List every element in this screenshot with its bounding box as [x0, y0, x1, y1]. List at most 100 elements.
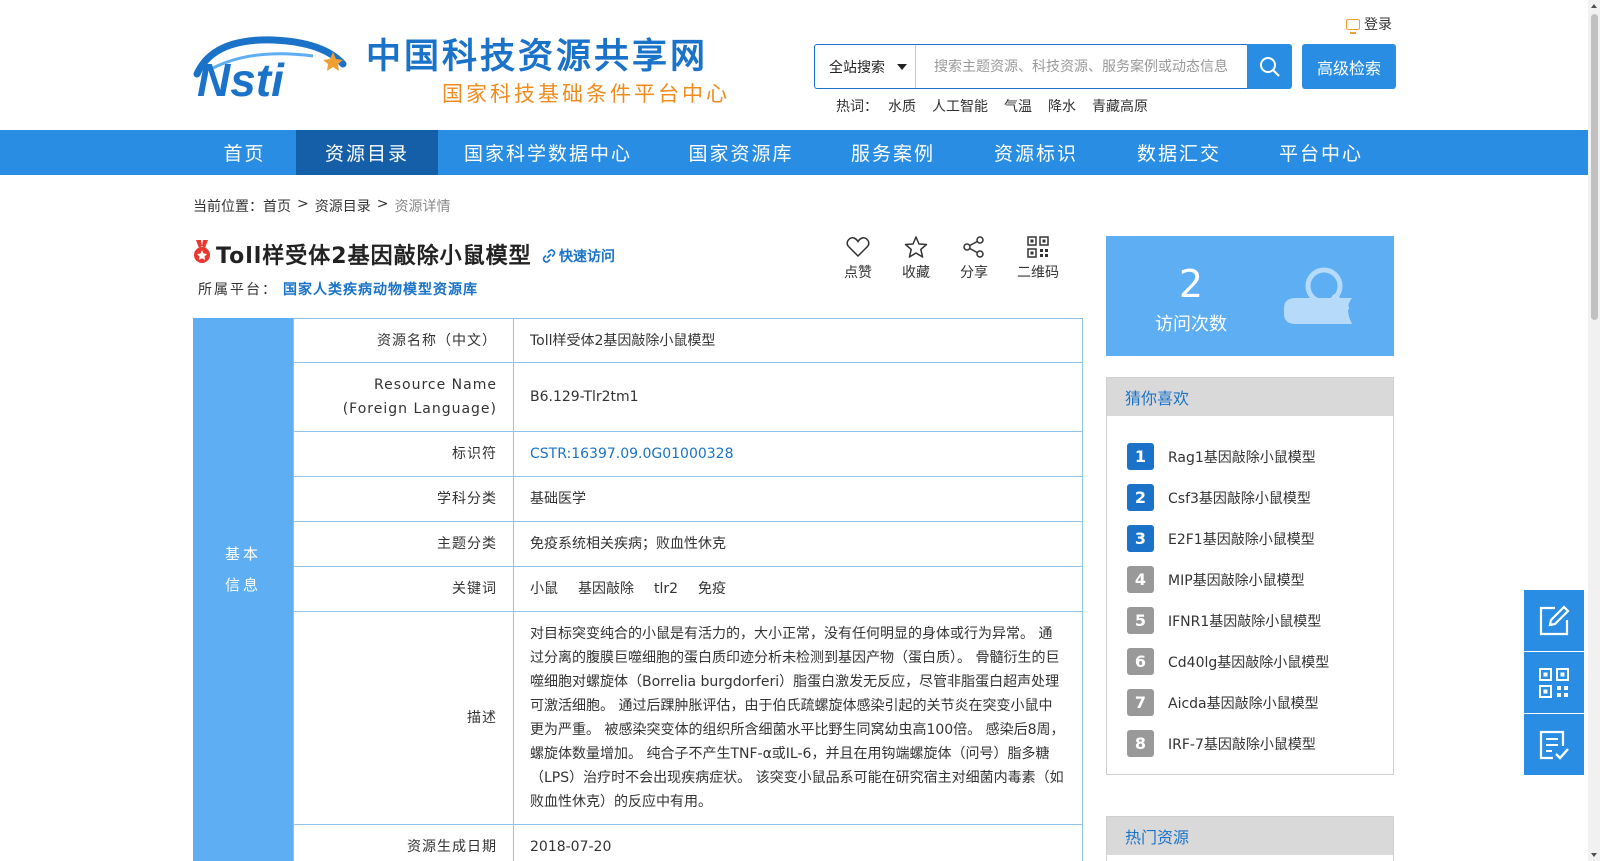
share-label: 分享 [960, 265, 988, 281]
row-value: 2018-07-20 [530, 839, 612, 855]
search-input[interactable] [916, 45, 1249, 88]
nav-item-resource-bank[interactable]: 国家资源库 [670, 130, 812, 175]
row-key: 描述 [294, 612, 514, 824]
nav-item-platform-center[interactable]: 平台中心 [1250, 130, 1392, 175]
hotword[interactable]: 青藏高原 [1092, 96, 1148, 116]
row-value: Toll样受体2基因敲除小鼠模型 [530, 332, 716, 349]
like-label: 点赞 [844, 265, 872, 281]
book-search-icon [1284, 267, 1352, 324]
list-item[interactable]: 2 Csf3基因敲除小鼠模型 [1127, 477, 1393, 518]
scroll-up-arrow-icon[interactable] [1591, 4, 1597, 8]
hotwords-label: 热词： [836, 99, 878, 115]
hotwords: 热词： 水质 人工智能 气温 降水 青藏高原 [836, 96, 1148, 116]
nsti-logo[interactable]: Nsti [193, 34, 357, 98]
item-name: E2F1基因敲除小鼠模型 [1168, 531, 1315, 548]
item-name: IRF-7基因敲除小鼠模型 [1168, 736, 1316, 753]
section-label: 基本 信息 [193, 318, 293, 861]
visit-count: 2 [1178, 262, 1204, 306]
login-link[interactable]: 登录 [1346, 14, 1392, 34]
search-scope-value: 全站搜索 [829, 59, 885, 76]
keyword[interactable]: 基因敲除 [578, 577, 634, 601]
list-item[interactable]: 7 Aicda基因敲除小鼠模型 [1127, 682, 1393, 723]
share-button[interactable]: 分享 [944, 236, 1004, 282]
qrcode-icon [1027, 236, 1049, 258]
search-bar: 全站搜索 [814, 44, 1250, 89]
breadcrumb-home[interactable]: 首页 [263, 196, 291, 216]
nav-item-service-cases[interactable]: 服务案例 [822, 130, 964, 175]
hot-resources-panel: 热门资源 [1106, 816, 1394, 861]
breadcrumb-separator: > [376, 196, 389, 212]
hotword[interactable]: 水质 [888, 96, 916, 116]
basic-info-table: 基本 信息 资源名称（中文） Toll样受体2基因敲除小鼠模型 Resource… [193, 318, 1083, 861]
scrollbar-thumb[interactable] [1591, 14, 1598, 320]
identifier-link[interactable]: CSTR:16397.09.0G01000328 [514, 432, 1082, 476]
nav-item-science-data-center[interactable]: 国家科学数据中心 [448, 130, 648, 175]
rank-badge: 5 [1127, 607, 1154, 634]
checklist-icon [1539, 730, 1569, 760]
breadcrumb-catalog[interactable]: 资源目录 [315, 196, 371, 216]
list-item[interactable]: 5 IFNR1基因敲除小鼠模型 [1127, 600, 1393, 641]
star-icon [904, 236, 928, 258]
search-icon [1259, 56, 1280, 77]
row-key: 学科分类 [294, 477, 514, 521]
advanced-search-button[interactable]: 高级检索 [1302, 44, 1396, 89]
keyword[interactable]: 免疫 [698, 577, 726, 601]
hotword[interactable]: 降水 [1048, 96, 1076, 116]
search-button[interactable] [1247, 44, 1292, 89]
recommendations-list: 1 Rag1基因敲除小鼠模型 2 Csf3基因敲除小鼠模型 3 E2F1基因敲除小鼠模… [1107, 416, 1393, 764]
like-button[interactable]: 点赞 [828, 236, 888, 282]
table-row: 资源名称（中文） Toll样受体2基因敲除小鼠模型 [293, 318, 1083, 363]
hotword[interactable]: 气温 [1004, 96, 1032, 116]
breadcrumb-separator: > [297, 196, 309, 212]
section-label-line2: 信息 [224, 575, 261, 594]
site-subtitle: 国家科技基础条件平台中心 [442, 82, 730, 106]
favorite-button[interactable]: 收藏 [886, 236, 946, 282]
item-name: Cd40lg基因敲除小鼠模型 [1168, 654, 1330, 671]
search-scope-select[interactable]: 全站搜索 [815, 45, 916, 88]
page-scrollbar[interactable] [1588, 0, 1600, 861]
nav-item-data-collection[interactable]: 数据汇交 [1108, 130, 1250, 175]
hotword[interactable]: 人工智能 [932, 96, 988, 116]
resource-title: Toll样受体2基因敲除小鼠模型 [216, 244, 532, 269]
rank-badge: 4 [1127, 566, 1154, 593]
nav-item-home[interactable]: 首页 [193, 130, 296, 175]
rank-badge: 3 [1127, 525, 1154, 552]
keywords: 小鼠 基因敲除 tlr2 免疫 [514, 567, 1082, 611]
list-item[interactable]: 3 E2F1基因敲除小鼠模型 [1127, 518, 1393, 559]
item-name: Aicda基因敲除小鼠模型 [1168, 695, 1319, 712]
list-item[interactable]: 8 IRF-7基因敲除小鼠模型 [1127, 723, 1393, 764]
favorite-label: 收藏 [902, 265, 930, 281]
table-row: 标识符 CSTR:16397.09.0G01000328 [293, 432, 1083, 477]
platform-link[interactable]: 国家人类疾病动物模型资源库 [283, 279, 478, 299]
list-item[interactable]: 1 Rag1基因敲除小鼠模型 [1127, 436, 1393, 477]
survey-button[interactable] [1524, 714, 1584, 775]
rank-badge: 6 [1127, 648, 1154, 675]
nav-item-catalog[interactable]: 资源目录 [296, 130, 438, 175]
item-name: Csf3基因敲除小鼠模型 [1168, 490, 1311, 507]
quick-access-label: 快速访问 [559, 249, 615, 265]
row-key: 关键词 [294, 567, 514, 611]
quick-access-link[interactable]: 快速访问 [542, 246, 615, 266]
hot-resources-title: 热门资源 [1107, 817, 1393, 855]
feedback-button[interactable] [1524, 590, 1584, 651]
row-value: 基础医学 [530, 491, 586, 507]
qrcode-label: 二维码 [1017, 265, 1059, 281]
table-row: Resource Name (Foreign Language) B6.129-… [293, 363, 1083, 432]
list-item[interactable]: 4 MIP基因敲除小鼠模型 [1127, 559, 1393, 600]
heart-icon [846, 237, 870, 258]
row-key: 标识符 [294, 432, 514, 476]
row-key-line: (Foreign Language) [342, 401, 497, 417]
qrcode-button[interactable]: 二维码 [1008, 236, 1068, 282]
table-row: 描述 对目标突变纯合的小鼠是有活力的，大小正常，没有任何明显的身体或行为异常。 … [293, 612, 1083, 825]
row-value: B6.129-Tlr2tm1 [530, 389, 639, 405]
keyword[interactable]: 小鼠 [530, 577, 558, 601]
nav-item-resource-id[interactable]: 资源标识 [965, 130, 1107, 175]
table-row: 资源生成日期 2018-07-20 [293, 825, 1083, 861]
breadcrumb: 当前位置： 首页 > 资源目录 > 资源详情 [193, 196, 450, 216]
list-item[interactable]: 6 Cd40lg基因敲除小鼠模型 [1127, 641, 1393, 682]
rank-badge: 7 [1127, 689, 1154, 716]
qrcode-float-button[interactable] [1524, 652, 1584, 713]
keyword[interactable]: tlr2 [654, 577, 678, 601]
table-row: 主题分类 免疫系统相关疾病；败血性休克 [293, 522, 1083, 567]
scroll-down-arrow-icon[interactable] [1591, 853, 1597, 857]
